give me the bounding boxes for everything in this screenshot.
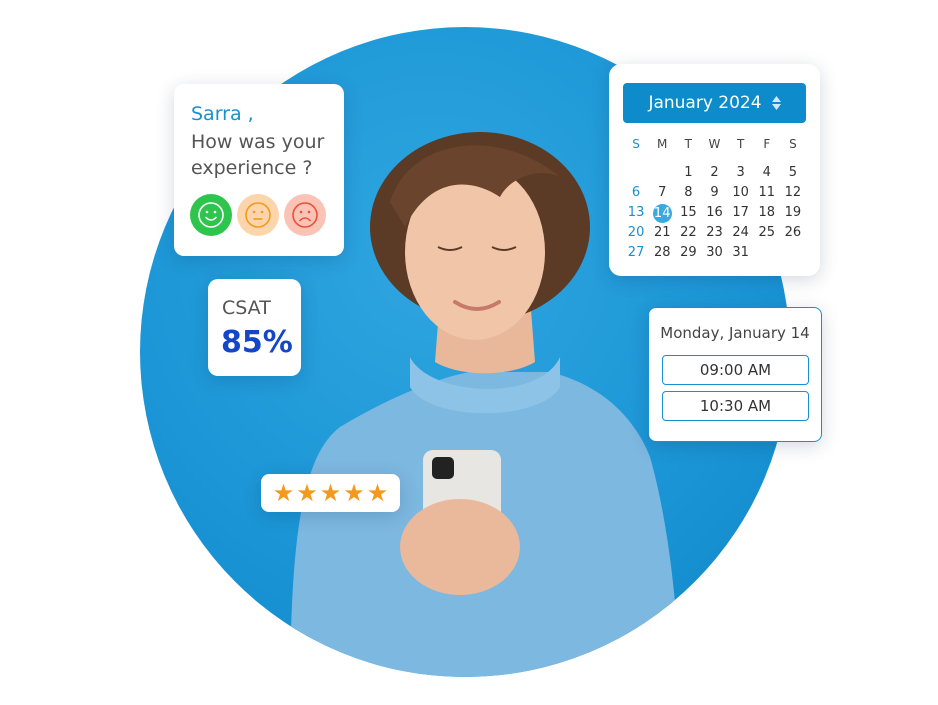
weekday-header: M [657,137,668,151]
star-icon[interactable]: ★ [273,481,295,505]
calendar-day[interactable]: 24 [728,224,754,241]
calendar-day[interactable]: 1 [675,164,701,181]
time-slot-button[interactable]: 09:00 AM [662,355,809,385]
calendar-day[interactable]: 23 [701,224,727,241]
calendar-day[interactable]: 18 [754,204,780,221]
calendar-day[interactable]: 12 [780,184,806,201]
calendar-day[interactable]: 29 [675,244,701,261]
time-slot-button[interactable]: 10:30 AM [662,391,809,421]
feedback-card: Sarra , How was your experience ? [174,84,344,256]
calendar-day[interactable]: 8 [675,184,701,201]
calendar-day [649,164,675,181]
calendar-day[interactable]: 7 [649,184,675,201]
calendar-day[interactable]: 15 [675,204,701,221]
weekday-header: S [789,137,797,151]
weekday-header: T [736,137,745,151]
calendar-day[interactable]: 11 [754,184,780,201]
calendar-card: January 2024 S M T W T F S 1 2 3 4 5 6 7 8 9 10 11 12 13 14 1… [609,64,820,276]
calendar-day[interactable]: 4 [754,164,780,181]
month-label: January 2024 [648,93,762,113]
csat-value: 85% [221,325,293,360]
star-icon[interactable]: ★ [296,481,318,505]
calendar-day[interactable]: 2 [701,164,727,181]
calendar-day [754,244,780,261]
calendar-day[interactable]: 22 [675,224,701,241]
selected-date: Monday, January 14 [660,324,810,342]
calendar-day [623,164,649,181]
csat-card: CSAT 85% [208,279,301,376]
satisfaction-options [190,194,326,236]
calendar-day[interactable]: 6 [623,184,649,201]
star-icon[interactable]: ★ [320,481,342,505]
feedback-question: How was your experience ? [191,131,325,179]
calendar-day[interactable]: 16 [701,204,727,221]
calendar-day[interactable]: 26 [780,224,806,241]
calendar-day[interactable]: 27 [623,244,649,261]
happy-face-button[interactable] [190,194,232,236]
csat-label: CSAT [222,297,271,319]
calendar-day[interactable]: 20 [623,224,649,241]
calendar-day[interactable]: 28 [649,244,675,261]
calendar-day[interactable]: 30 [701,244,727,261]
weekday-header: F [763,137,771,151]
month-selector[interactable]: January 2024 [623,83,806,123]
calendar-day [780,244,806,261]
calendar-day[interactable]: 17 [728,204,754,221]
weekday-header: T [684,137,693,151]
calendar-day[interactable]: 3 [728,164,754,181]
calendar-grid: S M T W T F S 1 2 3 4 5 6 7 8 9 10 11 12 13 14 15 16 17 18 19 20 21… [623,136,806,261]
calendar-day[interactable]: 25 [754,224,780,241]
star-icon[interactable]: ★ [367,481,389,505]
neutral-face-button[interactable] [237,194,279,236]
selected-day[interactable]: 14 [649,204,675,223]
calendar-day[interactable]: 31 [728,244,754,261]
sad-face-icon [292,202,318,228]
calendar-day[interactable]: 19 [780,204,806,221]
calendar-day[interactable]: 13 [623,204,649,221]
neutral-face-icon [245,202,271,228]
sad-face-button[interactable] [284,194,326,236]
calendar-day[interactable]: 5 [780,164,806,181]
star-rating: ★ ★ ★ ★ ★ [261,474,400,512]
time-slot-card: Monday, January 14 09:00 AM 10:30 AM [648,307,822,442]
calendar-day[interactable]: 21 [649,224,675,241]
happy-face-icon [198,202,224,228]
calendar-day[interactable]: 10 [728,184,754,201]
star-icon[interactable]: ★ [343,481,365,505]
customer-name: Sarra , [191,103,254,125]
weekday-header: S [632,137,640,151]
weekday-header: W [708,137,721,151]
calendar-day[interactable]: 9 [701,184,727,201]
updown-arrow-icon [771,96,781,110]
